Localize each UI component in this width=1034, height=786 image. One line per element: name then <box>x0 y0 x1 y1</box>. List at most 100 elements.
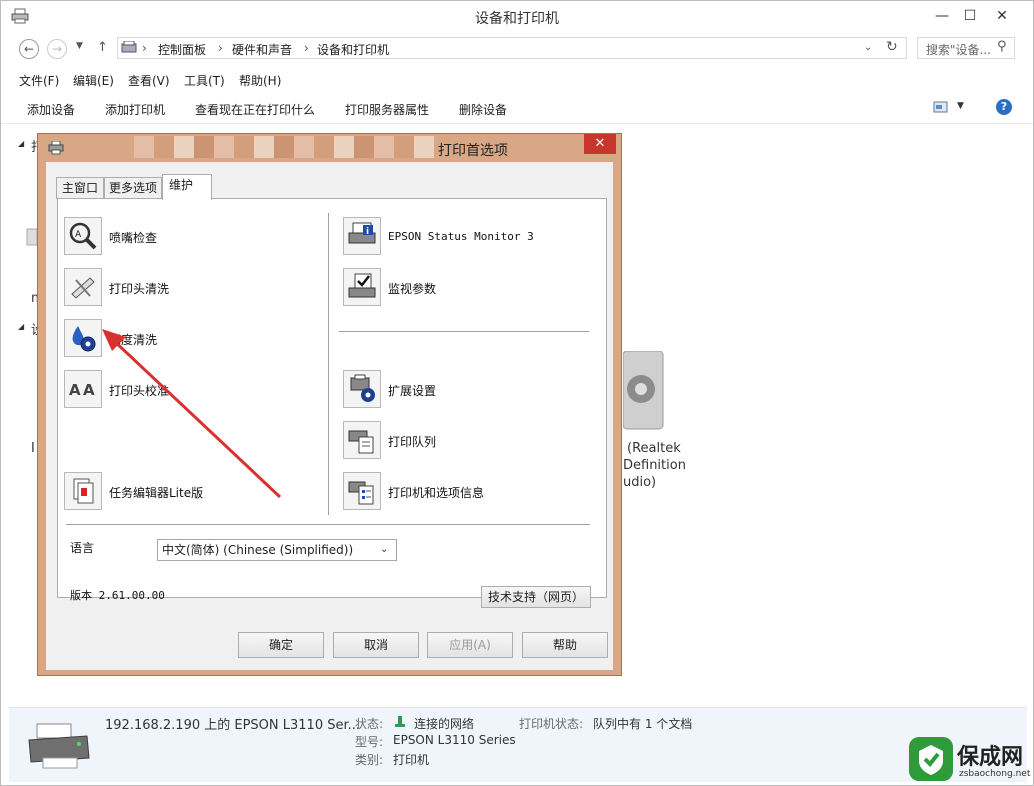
svg-text:A: A <box>69 381 81 399</box>
right-divider <box>339 331 589 332</box>
print-server-properties-button[interactable]: 打印服务器属性 <box>345 101 429 118</box>
nozzle-check-icon[interactable]: A <box>64 217 102 255</box>
speaker-device-icon[interactable] <box>622 350 665 434</box>
breadcrumb-devices-printers[interactable]: 设备和打印机 <box>317 41 389 58</box>
address-bar[interactable]: › 控制面板 › 硬件和声音 › 设备和打印机 ⌄ ↻ <box>117 37 907 59</box>
print-queue-icon[interactable] <box>343 421 381 459</box>
remove-device-button[interactable]: 删除设备 <box>459 101 507 118</box>
ok-button[interactable]: 确定 <box>238 632 324 658</box>
dialog-title-bar: 打印首选项 ✕ <box>38 134 621 162</box>
language-select[interactable]: 中文(简体) (Chinese (Simplified)) ⌄ <box>157 539 397 561</box>
recent-pages-dropdown[interactable]: ▼ <box>76 41 83 51</box>
add-device-button[interactable]: 添加设备 <box>27 101 75 118</box>
printer-name: 192.168.2.190 上的 EPSON L3110 Ser... <box>105 718 361 733</box>
job-arranger-icon[interactable] <box>64 472 102 510</box>
audio-device-label-line2[interactable]: Definition <box>623 458 686 473</box>
watermark-brand: 保成网 <box>957 745 1024 770</box>
device-label[interactable]: I <box>31 441 35 456</box>
add-printer-button[interactable]: 添加打印机 <box>105 101 165 118</box>
head-alignment-icon[interactable]: AA <box>64 370 102 408</box>
printing-preferences-dialog: 打印首选项 ✕ 主窗口 更多选项 维护 A 喷嘴检查 打印头清洗 深度清洗 AA… <box>37 133 622 676</box>
maximize-button[interactable]: ☐ <box>959 7 981 25</box>
audio-device-label-line1[interactable]: (Realtek <box>627 441 681 456</box>
state-label: 状态: <box>355 717 384 731</box>
language-select-value: 中文(简体) (Chinese (Simplified)) <box>162 543 354 557</box>
network-icon <box>395 716 405 731</box>
watermark-logo <box>909 737 953 781</box>
control-panel-icon <box>121 40 137 58</box>
monitoring-preferences-icon[interactable] <box>343 268 381 306</box>
address-dropdown-icon[interactable]: ⌄ <box>864 42 872 53</box>
category-label: 类别: <box>355 753 384 767</box>
title-bar: 设备和打印机 — ☐ ✕ <box>1 1 1033 33</box>
model-label: 型号: <box>355 735 384 749</box>
head-cleaning-icon[interactable] <box>64 268 102 306</box>
nozzle-check-label[interactable]: 喷嘴检查 <box>109 229 157 246</box>
menu-bar: 文件(F) 编辑(E) 查看(V) 工具(T) 帮助(H) <box>1 69 1033 91</box>
tab-maintenance[interactable]: 维护 <box>162 174 212 200</box>
tab-main[interactable]: 主窗口 <box>56 177 104 199</box>
apply-button[interactable]: 应用(A) <box>427 632 513 658</box>
maintenance-panel: A 喷嘴检查 打印头清洗 深度清洗 AA 打印头校准 任务编辑器Lite版 i … <box>57 198 607 608</box>
category-value: 打印机 <box>393 753 430 767</box>
refresh-icon[interactable]: ↻ <box>886 39 898 55</box>
menu-tools[interactable]: 工具(T) <box>184 72 225 89</box>
audio-device-label-line3[interactable]: udio) <box>623 475 656 490</box>
watermark-url: zsbaochong.net <box>959 769 1031 779</box>
printer-option-info-icon[interactable] <box>343 472 381 510</box>
extended-settings-icon[interactable] <box>343 370 381 408</box>
monitoring-preferences-label[interactable]: 监视参数 <box>388 280 436 297</box>
breadcrumb-separator: › <box>218 41 223 55</box>
help-icon[interactable]: ? <box>996 99 1012 115</box>
close-button[interactable]: ✕ <box>991 7 1013 25</box>
svg-text:i: i <box>366 227 369 237</box>
status-monitor-label[interactable]: EPSON Status Monitor 3 <box>388 230 534 243</box>
breadcrumb-control-panel[interactable]: 控制面板 <box>158 41 206 58</box>
menu-file[interactable]: 文件(F) <box>19 72 59 89</box>
dialog-close-button[interactable]: ✕ <box>584 134 616 154</box>
column-divider <box>328 213 329 515</box>
state-value: 连接的网络 <box>414 717 475 731</box>
window-title: 设备和打印机 <box>475 11 559 27</box>
printer-large-icon <box>27 722 91 775</box>
help-button[interactable]: 帮助 <box>522 632 608 658</box>
extended-settings-label[interactable]: 扩展设置 <box>388 382 436 399</box>
command-bar: 添加设备 添加打印机 查看现在正在打印什么 打印服务器属性 删除设备 ▼ ? <box>1 93 1033 124</box>
technical-support-button[interactable]: 技术支持（网页） <box>481 586 591 608</box>
cancel-button[interactable]: 取消 <box>333 632 419 658</box>
power-cleaning-icon[interactable] <box>64 319 102 357</box>
version-text: 版本 2.61.00.00 <box>70 589 165 602</box>
breadcrumb-separator: › <box>142 41 147 55</box>
annotation-arrow <box>102 329 282 499</box>
printer-small-icon <box>48 140 64 158</box>
collapse-arrow-icon[interactable]: ◢ <box>18 322 24 331</box>
menu-view[interactable]: 查看(V) <box>128 72 170 89</box>
svg-text:A: A <box>83 381 95 399</box>
minimize-button[interactable]: — <box>931 7 953 25</box>
bottom-divider <box>66 524 590 525</box>
breadcrumb-separator: › <box>304 41 309 55</box>
view-options-dropdown-icon[interactable]: ▼ <box>957 101 964 111</box>
see-printing-button[interactable]: 查看现在正在打印什么 <box>195 101 315 118</box>
dialog-title: 打印首选项 <box>438 143 508 159</box>
model-value: EPSON L3110 Series <box>393 733 516 747</box>
chevron-down-icon: ⌄ <box>380 544 389 555</box>
up-button[interactable]: ↑ <box>97 40 108 55</box>
dialog-body: 主窗口 更多选项 维护 A 喷嘴检查 打印头清洗 深度清洗 AA 打印头校准 任… <box>46 162 613 670</box>
search-icon[interactable]: ⚲ <box>997 39 1007 54</box>
menu-help[interactable]: 帮助(H) <box>239 72 281 89</box>
printer-state-label: 打印机状态: <box>519 717 584 731</box>
breadcrumb-hardware-sound[interactable]: 硬件和声音 <box>232 41 292 58</box>
collapse-arrow-icon[interactable]: ◢ <box>18 139 24 148</box>
print-queue-label[interactable]: 打印队列 <box>388 433 436 450</box>
head-cleaning-label[interactable]: 打印头清洗 <box>109 280 169 297</box>
tab-more-options[interactable]: 更多选项 <box>104 177 162 199</box>
forward-button[interactable]: → <box>47 39 67 59</box>
view-options-icon[interactable] <box>933 100 949 117</box>
menu-edit[interactable]: 编辑(E) <box>73 72 114 89</box>
status-monitor-icon[interactable]: i <box>343 217 381 255</box>
pixelated-printer-name <box>134 136 434 158</box>
printer-state-value: 队列中有 1 个文档 <box>593 717 693 731</box>
printer-option-info-label[interactable]: 打印机和选项信息 <box>388 484 484 501</box>
back-button[interactable]: ← <box>19 39 39 59</box>
